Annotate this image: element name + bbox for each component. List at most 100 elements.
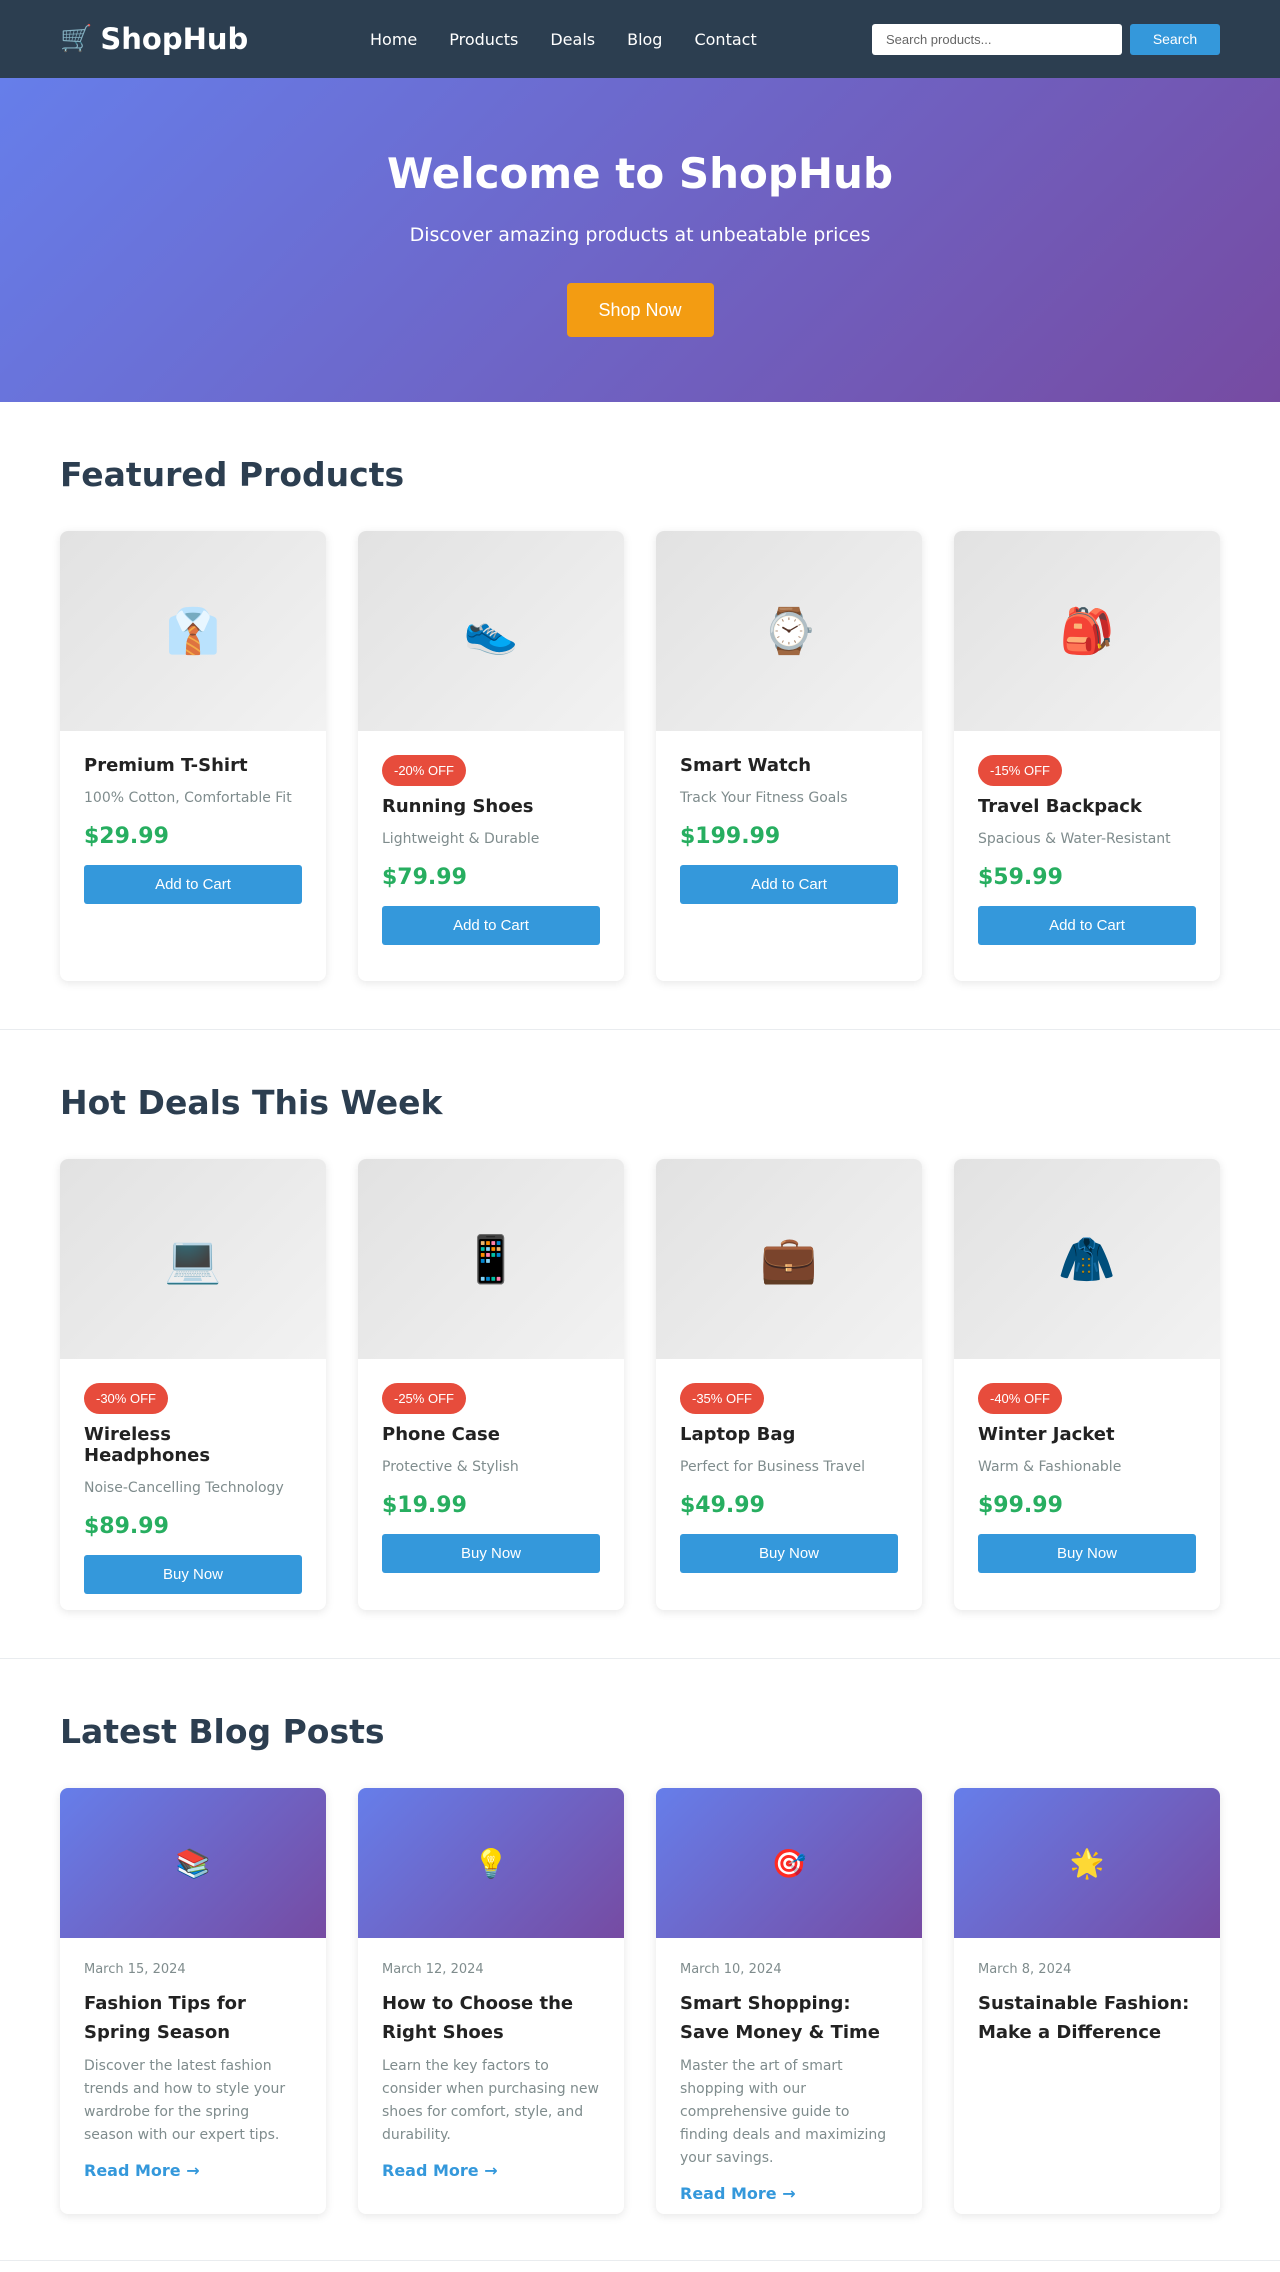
product-name: Premium T-Shirt: [84, 755, 248, 776]
nav-products-link[interactable]: Products: [449, 30, 518, 49]
deals-grid: 💻 -30% OFF Wireless Headphones Noise-Can…: [60, 1159, 1220, 1610]
hero-title: Welcome to ShopHub: [386, 149, 894, 198]
nav-contact-link[interactable]: Contact: [694, 30, 756, 49]
product-image: 📱: [358, 1159, 624, 1359]
product-image: 💻: [60, 1159, 326, 1359]
books-icon: 📚: [175, 1846, 211, 1880]
post-excerpt: Master the art of smart shopping with ou…: [680, 2058, 887, 2166]
discount-badge: -15% OFF: [978, 755, 1062, 786]
nav-deals-link[interactable]: Deals: [550, 30, 595, 49]
product-description: Protective & Stylish: [382, 1459, 519, 1475]
deal-card[interactable]: 💻 -30% OFF Wireless Headphones Noise-Can…: [60, 1159, 326, 1610]
product-price: $199.99: [680, 824, 781, 849]
blog-image: 📚: [60, 1788, 326, 1938]
blog-card[interactable]: 💡 March 12, 2024 How to Choose the Right…: [358, 1788, 624, 2214]
deal-card[interactable]: 📱 -25% OFF Phone Case Protective & Styli…: [358, 1159, 624, 1610]
add-to-cart-button[interactable]: Add to Cart: [680, 865, 898, 904]
buy-now-button[interactable]: Buy Now: [680, 1534, 898, 1573]
post-title[interactable]: Fashion Tips for Spring Season: [84, 1989, 302, 2047]
hot-deals-section: Hot Deals This Week 💻 -30% OFF Wireless …: [0, 1030, 1280, 1658]
product-card[interactable]: ⌚ Smart Watch Track Your Fitness Goals $…: [656, 531, 922, 981]
blog-grid: 📚 March 15, 2024 Fashion Tips for Spring…: [60, 1788, 1220, 2214]
running-shoe-icon: 👟: [463, 606, 519, 657]
laptop-icon: 💻: [164, 1231, 222, 1286]
blog-card[interactable]: 🌟 March 8, 2024 Sustainable Fashion: Mak…: [954, 1788, 1220, 2214]
section-divider: [0, 2260, 1280, 2261]
discount-badge: -20% OFF: [382, 755, 466, 786]
product-price: $19.99: [382, 1493, 467, 1518]
hero-subtitle: Discover amazing products at unbeatable …: [409, 224, 871, 246]
product-card[interactable]: 👔 Premium T-Shirt 100% Cotton, Comfortab…: [60, 531, 326, 981]
shop-now-button[interactable]: Shop Now: [566, 283, 714, 337]
add-to-cart-button[interactable]: Add to Cart: [978, 906, 1196, 945]
main-nav: Home Products Deals Blog Contact: [370, 30, 872, 49]
buy-now-button[interactable]: Buy Now: [978, 1534, 1196, 1573]
blog-section: Latest Blog Posts 📚 March 15, 2024 Fashi…: [0, 1659, 1280, 2260]
product-price: $99.99: [978, 1493, 1063, 1518]
product-description: Noise-Cancelling Technology: [84, 1480, 284, 1496]
buy-now-button[interactable]: Buy Now: [382, 1534, 600, 1573]
product-card[interactable]: 🎒 -15% OFF Travel Backpack Spacious & Wa…: [954, 531, 1220, 981]
post-title[interactable]: Sustainable Fashion: Make a Difference: [978, 1989, 1196, 2047]
product-price: $79.99: [382, 865, 467, 890]
discount-badge: -40% OFF: [978, 1383, 1062, 1414]
hero-banner: Welcome to ShopHub Discover amazing prod…: [0, 78, 1280, 402]
mobile-phone-icon: 📱: [462, 1231, 520, 1286]
blog-card[interactable]: 📚 March 15, 2024 Fashion Tips for Spring…: [60, 1788, 326, 2214]
post-date: March 12, 2024: [382, 1962, 484, 1977]
product-price: $29.99: [84, 824, 169, 849]
product-image: 🧥: [954, 1159, 1220, 1359]
product-description: Warm & Fashionable: [978, 1459, 1122, 1475]
featured-heading: Featured Products: [60, 455, 405, 494]
read-more-link[interactable]: Read More →: [84, 2161, 200, 2180]
coat-icon: 🧥: [1058, 1231, 1116, 1286]
backpack-icon: 🎒: [1059, 606, 1115, 657]
site-header: 🛒 ShopHub Home Products Deals Blog Conta…: [0, 0, 1280, 78]
product-name: Laptop Bag: [680, 1424, 796, 1445]
post-date: March 15, 2024: [84, 1962, 186, 1977]
deal-card[interactable]: 🧥 -40% OFF Winter Jacket Warm & Fashiona…: [954, 1159, 1220, 1610]
product-description: Spacious & Water-Resistant: [978, 831, 1171, 847]
product-image: 👟: [358, 531, 624, 731]
featured-grid: 👔 Premium T-Shirt 100% Cotton, Comfortab…: [60, 531, 1220, 981]
product-description: 100% Cotton, Comfortable Fit: [84, 790, 292, 806]
product-card[interactable]: 👟 -20% OFF Running Shoes Lightweight & D…: [358, 531, 624, 981]
shopping-cart-icon: 🛒: [60, 24, 93, 54]
product-image: 💼: [656, 1159, 922, 1359]
discount-badge: -25% OFF: [382, 1383, 466, 1414]
product-image: 👔: [60, 531, 326, 731]
product-price: $89.99: [84, 1514, 169, 1539]
target-icon: 🎯: [771, 1846, 807, 1880]
star-icon: 🌟: [1069, 1846, 1105, 1880]
product-description: Perfect for Business Travel: [680, 1459, 865, 1475]
post-title[interactable]: Smart Shopping: Save Money & Time: [680, 1989, 898, 2047]
add-to-cart-button[interactable]: Add to Cart: [382, 906, 600, 945]
briefcase-icon: 💼: [760, 1231, 818, 1286]
product-image: ⌚: [656, 531, 922, 731]
blog-heading: Latest Blog Posts: [60, 1712, 385, 1751]
read-more-link[interactable]: Read More →: [680, 2184, 796, 2203]
deals-heading: Hot Deals This Week: [60, 1083, 443, 1122]
product-name: Running Shoes: [382, 796, 534, 817]
search-bar: Search: [872, 23, 1220, 55]
blog-card[interactable]: 🎯 March 10, 2024 Smart Shopping: Save Mo…: [656, 1788, 922, 2214]
nav-home-link[interactable]: Home: [370, 30, 417, 49]
add-to-cart-button[interactable]: Add to Cart: [84, 865, 302, 904]
product-name: Winter Jacket: [978, 1424, 1115, 1445]
watch-icon: ⌚: [761, 606, 817, 657]
product-price: $49.99: [680, 1493, 765, 1518]
nav-blog-link[interactable]: Blog: [627, 30, 662, 49]
read-more-link[interactable]: Read More →: [382, 2161, 498, 2180]
shirt-icon: 👔: [165, 606, 221, 657]
search-button[interactable]: Search: [1130, 23, 1220, 55]
brand-name: ShopHub: [100, 22, 249, 56]
logo[interactable]: 🛒 ShopHub: [60, 22, 370, 56]
deal-card[interactable]: 💼 -35% OFF Laptop Bag Perfect for Busine…: [656, 1159, 922, 1610]
product-name: Phone Case: [382, 1424, 500, 1445]
post-date: March 10, 2024: [680, 1962, 782, 1977]
blog-image: 🎯: [656, 1788, 922, 1938]
buy-now-button[interactable]: Buy Now: [84, 1555, 302, 1594]
post-title[interactable]: How to Choose the Right Shoes: [382, 1989, 600, 2047]
product-description: Track Your Fitness Goals: [680, 790, 848, 806]
search-input[interactable]: [872, 23, 1122, 55]
